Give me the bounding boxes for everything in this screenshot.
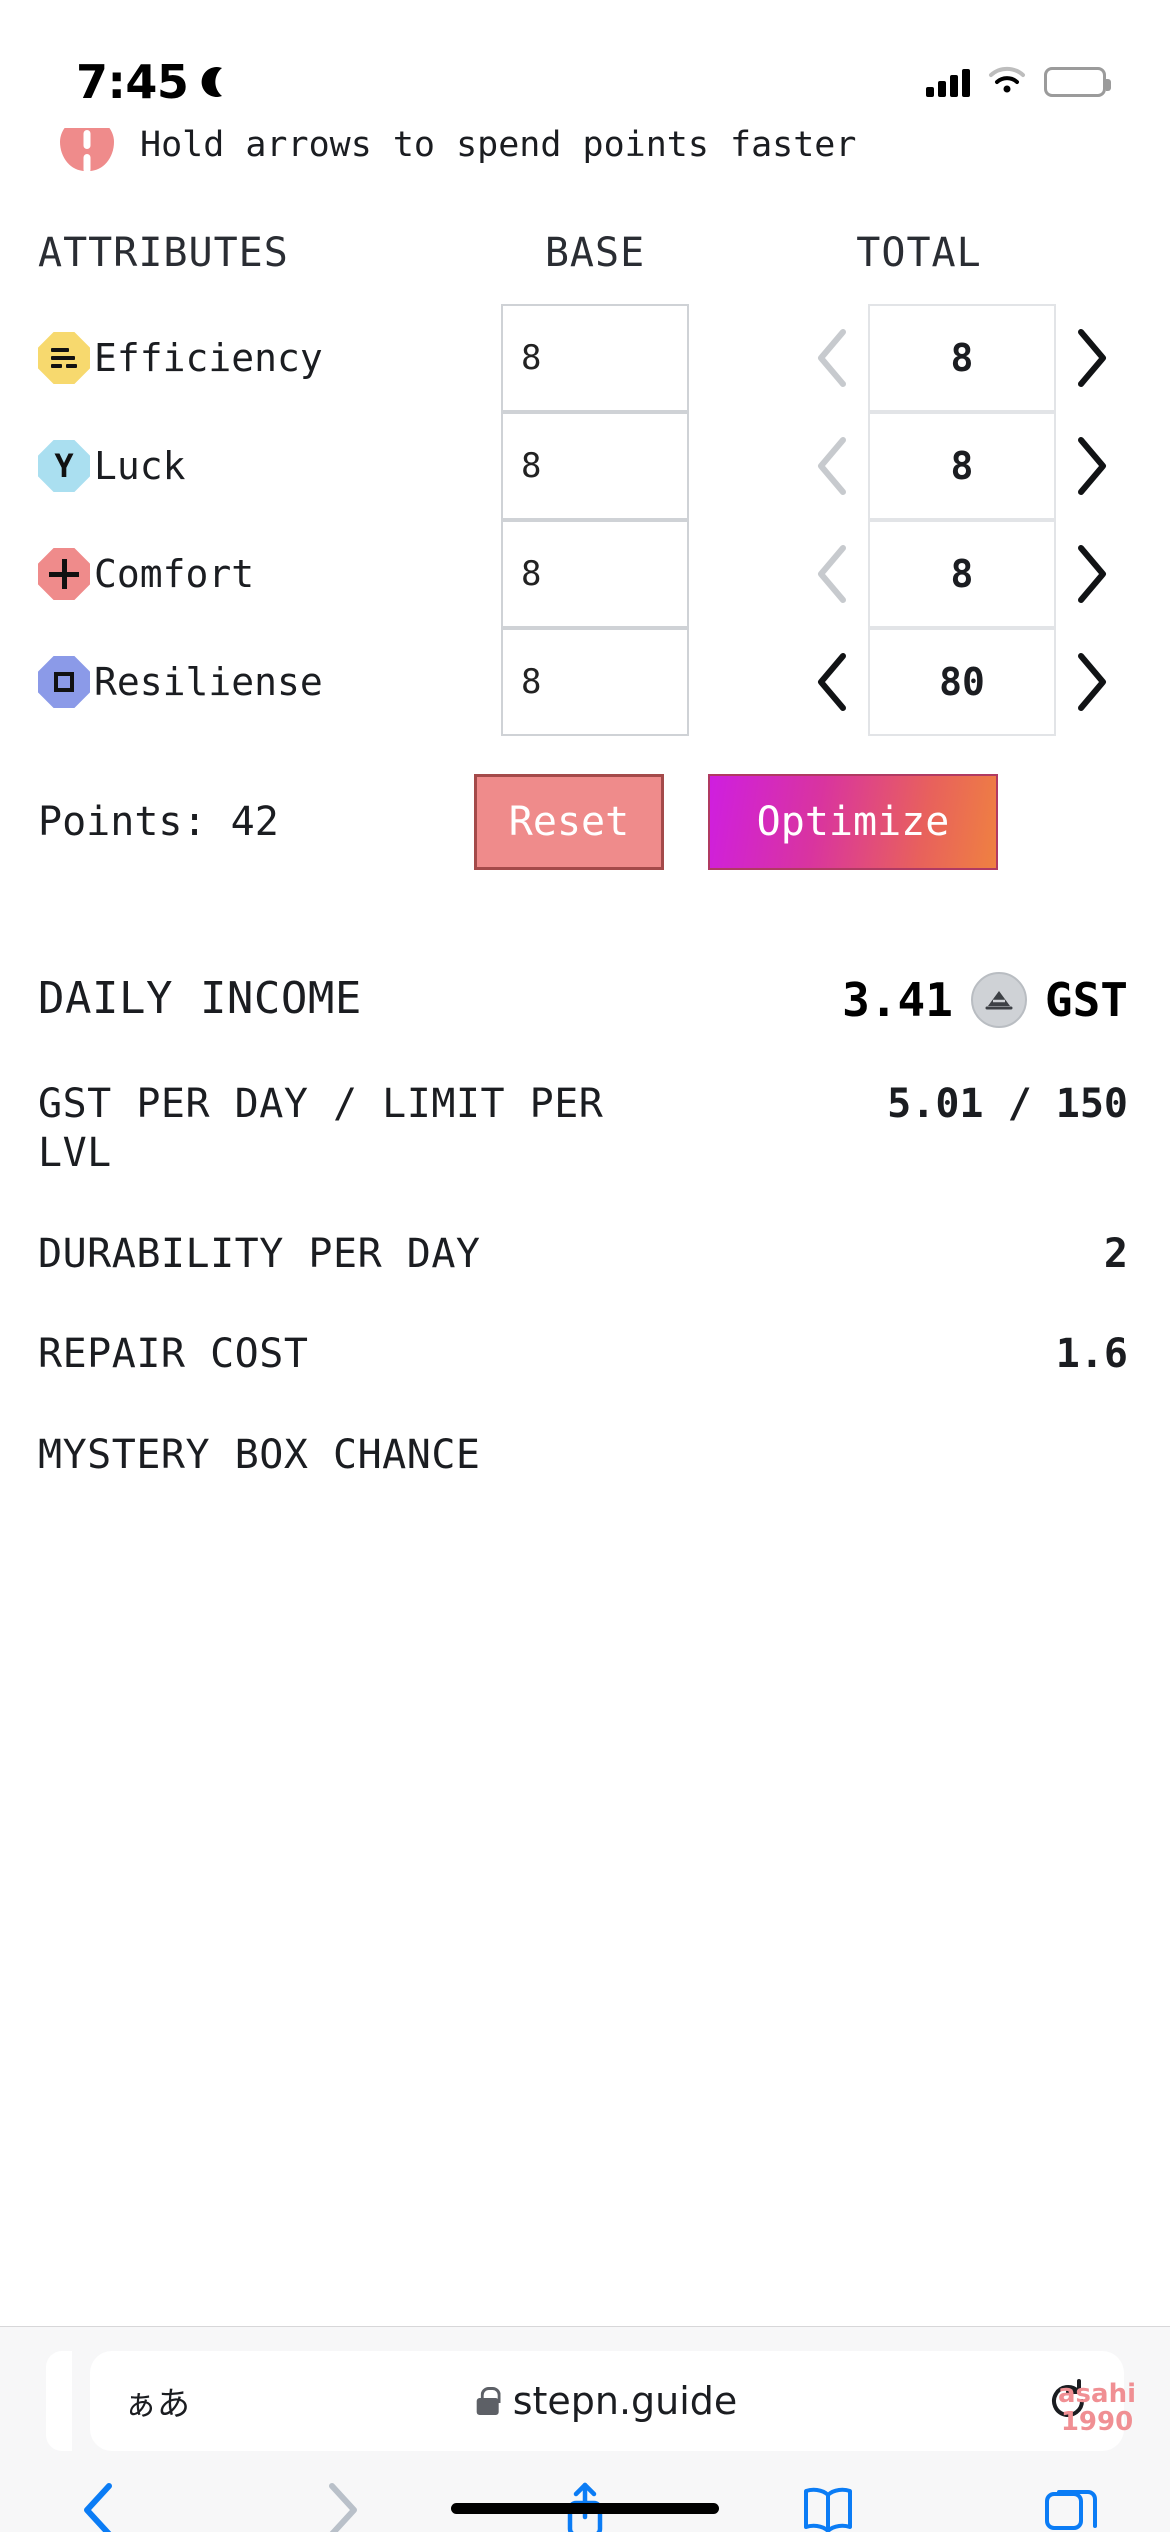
stat-value: 5.01 / 150	[887, 1081, 1128, 1127]
total-value[interactable]: 8	[868, 412, 1056, 520]
total-cell: 8	[720, 412, 1170, 520]
watermark: asahi 1990	[1058, 2381, 1136, 2436]
attribute-cell: Υ Luck	[0, 440, 470, 492]
forward-button[interactable]	[297, 2473, 387, 2532]
daily-income-value: 3.41 GST	[842, 972, 1128, 1028]
stat-row: DURABILITY PER DAY 2	[38, 1204, 1128, 1305]
daily-income-amount: 3.41	[842, 973, 953, 1027]
decrement-button[interactable]	[796, 520, 868, 628]
table-row: Efficiency 8 8	[0, 304, 1170, 412]
base-cell: 8	[470, 304, 720, 412]
total-cell: 80	[720, 628, 1170, 736]
url-text: stepn.guide	[512, 2379, 738, 2423]
url-bar-row: ぁあ stepn.guide	[0, 2327, 1170, 2451]
base-cell: 8	[470, 412, 720, 520]
header-attributes: ATTRIBUTES	[38, 230, 289, 276]
crescent-moon-icon	[198, 65, 232, 99]
stat-row: MYSTERY BOX CHANCE	[38, 1405, 1128, 1506]
status-bar-left: 7:45	[76, 55, 232, 109]
increment-button[interactable]	[1056, 304, 1128, 412]
increment-button[interactable]	[1056, 520, 1128, 628]
exclamation-icon	[60, 128, 114, 171]
stat-label: GST PER DAY / LIMIT PER LVL	[38, 1081, 604, 1176]
table-row: Υ Luck 8 8	[0, 412, 1170, 520]
decrement-button[interactable]	[796, 628, 868, 736]
attributes-rows: Efficiency 8 8 Υ Luck 8 8 Comfort 8 8 Re…	[0, 276, 1170, 736]
stat-value: 2	[1103, 1230, 1128, 1277]
table-row: Comfort 8 8	[0, 520, 1170, 628]
header-total: TOTAL	[856, 230, 982, 276]
daily-income-label: DAILY INCOME	[38, 973, 362, 1024]
increment-button[interactable]	[1056, 412, 1128, 520]
safari-bottom-bar: ぁあ stepn.guide asahi 1990	[0, 2326, 1170, 2532]
back-button[interactable]	[54, 2473, 144, 2532]
page-content: Hold arrows to spend points faster ATTRI…	[0, 128, 1170, 1506]
total-cell: 8	[720, 520, 1170, 628]
safari-toolbar	[0, 2451, 1170, 2532]
base-input[interactable]: 8	[501, 412, 689, 520]
tabs-icon[interactable]	[1026, 2473, 1116, 2532]
optimize-button[interactable]: Optimize	[708, 774, 998, 870]
url-display[interactable]: stepn.guide	[476, 2379, 738, 2423]
stat-row: REPAIR COST 1.6	[38, 1304, 1128, 1405]
attribute-cell: Efficiency	[0, 332, 470, 384]
total-value[interactable]: 8	[868, 520, 1056, 628]
watermark-line2: 1990	[1060, 2406, 1134, 2437]
points-label: Points: 42	[38, 799, 279, 845]
luck-icon: Υ	[38, 440, 90, 492]
total-value[interactable]: 80	[868, 628, 1056, 736]
decrement-button[interactable]	[796, 304, 868, 412]
attribute-cell: Comfort	[0, 548, 470, 600]
status-bar-right	[926, 66, 1111, 98]
stat-label: DURABILITY PER DAY	[38, 1230, 481, 1277]
attribute-cell: Resiliense	[0, 656, 470, 708]
cellular-signal-icon	[926, 67, 970, 97]
efficiency-icon	[38, 332, 90, 384]
comfort-icon	[38, 548, 90, 600]
stat-value: 1.6	[1055, 1331, 1128, 1378]
table-row: Resiliense 8 80	[0, 628, 1170, 736]
text-size-button[interactable]: ぁあ	[124, 2377, 190, 2425]
header-base: BASE	[544, 230, 646, 276]
status-bar: 7:45	[0, 0, 1170, 128]
daily-income-currency: GST	[1044, 973, 1128, 1027]
base-input[interactable]: 8	[501, 628, 689, 736]
bookmarks-icon[interactable]	[783, 2473, 873, 2532]
previous-tab-peek[interactable]	[46, 2351, 72, 2451]
phone-screen: 7:45 Hold arrows to spend points faster	[0, 0, 1170, 2532]
base-input[interactable]: 8	[501, 520, 689, 628]
daily-income-row: DAILY INCOME 3.41 GST	[38, 946, 1128, 1054]
hint-banner-text: Hold arrows to spend points faster	[140, 128, 857, 165]
stat-label: MYSTERY BOX CHANCE	[38, 1432, 481, 1479]
stats-section: DAILY INCOME 3.41 GST GST PER DAY / LIMI…	[0, 946, 1170, 1506]
reset-button[interactable]: Reset	[474, 774, 664, 870]
attributes-table-header: ATTRIBUTES BASE TOTAL	[0, 174, 1170, 276]
attribute-label: Luck	[94, 444, 186, 488]
resilience-icon	[38, 656, 90, 708]
hint-banner: Hold arrows to spend points faster	[0, 128, 1170, 174]
lock-icon	[476, 2387, 501, 2415]
wifi-icon	[988, 66, 1026, 98]
points-row: Points: 42 Reset Optimize	[0, 774, 1170, 870]
total-cell: 8	[720, 304, 1170, 412]
clock: 7:45	[76, 55, 189, 109]
base-cell: 8	[470, 520, 720, 628]
total-value[interactable]: 8	[868, 304, 1056, 412]
decrement-button[interactable]	[796, 412, 868, 520]
base-cell: 8	[470, 628, 720, 736]
attribute-label: Efficiency	[94, 336, 323, 380]
base-input[interactable]: 8	[501, 304, 689, 412]
url-bar[interactable]: ぁあ stepn.guide	[90, 2351, 1124, 2451]
battery-full-icon	[1044, 67, 1111, 97]
watermark-line1: asahi	[1058, 2379, 1136, 2410]
gst-coin-icon	[970, 972, 1027, 1028]
attribute-label: Resiliense	[94, 660, 323, 704]
stat-label: REPAIR COST	[38, 1331, 309, 1378]
attribute-label: Comfort	[94, 552, 255, 596]
increment-button[interactable]	[1056, 628, 1128, 736]
stat-row: GST PER DAY / LIMIT PER LVL 5.01 / 150	[38, 1054, 1128, 1204]
home-indicator[interactable]	[451, 2503, 719, 2514]
